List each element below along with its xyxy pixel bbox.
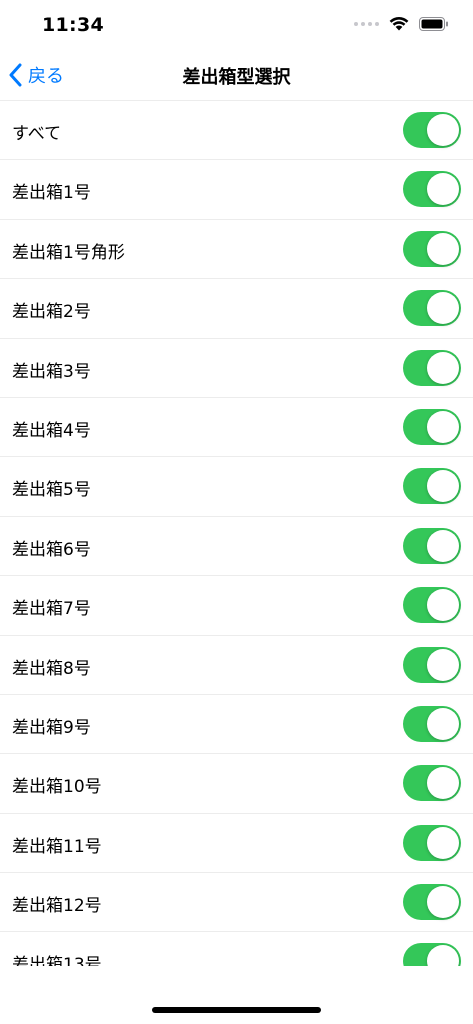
toggle-knob <box>427 707 459 740</box>
toggle-switch[interactable] <box>403 349 461 386</box>
list-item: 差出箱11号 <box>0 814 473 874</box>
toggle-switch[interactable] <box>403 587 461 624</box>
list-item: すべて <box>0 101 473 161</box>
list-item: 差出箱3号 <box>0 339 473 398</box>
list-item: 差出箱1号角形 <box>0 220 473 280</box>
toggle-knob <box>427 410 459 443</box>
toggle-switch[interactable] <box>403 112 461 148</box>
bottom-safe-area <box>0 966 473 1024</box>
list-item-label: 差出箱4号 <box>12 420 91 441</box>
toggle-switch[interactable] <box>403 468 461 505</box>
list-item-label: 差出箱8号 <box>12 658 91 679</box>
list-item-label: 差出箱1号 <box>12 183 91 204</box>
list-item-label: 差出箱12号 <box>12 896 102 917</box>
list-item: 差出箱9号 <box>0 695 473 755</box>
list-item-label: 差出箱13号 <box>12 955 102 966</box>
toggle-knob <box>427 648 459 681</box>
toggle-knob <box>427 945 459 966</box>
list-item: 差出箱5号 <box>0 457 473 517</box>
list-item-label: 差出箱5号 <box>12 480 91 501</box>
toggle-switch[interactable] <box>403 824 461 861</box>
list-item: 差出箱1号 <box>0 160 473 220</box>
list-item: 差出箱6号 <box>0 517 473 577</box>
toggle-knob <box>427 232 459 265</box>
list-item-label: 差出箱3号 <box>12 361 91 382</box>
list-item: 差出箱7号 <box>0 576 473 636</box>
list-item-label: 差出箱11号 <box>12 836 102 857</box>
list-item-label: 差出箱10号 <box>12 777 102 798</box>
toggle-switch[interactable] <box>403 527 461 564</box>
list-item: 差出箱2号 <box>0 279 473 339</box>
page-title: 差出箱型選択 <box>182 67 291 88</box>
toggle-knob <box>427 767 459 800</box>
toggle-switch[interactable] <box>403 230 461 267</box>
toggle-switch[interactable] <box>403 705 461 742</box>
list-item-label: 差出箱7号 <box>12 599 91 620</box>
battery-icon <box>419 16 448 31</box>
toggle-switch[interactable] <box>403 290 461 327</box>
list-item-label: 差出箱6号 <box>12 539 91 560</box>
toggle-knob <box>427 826 459 859</box>
toggle-knob <box>427 114 459 146</box>
list-item: 差出箱12号 <box>0 873 473 933</box>
list-item-label: すべて <box>12 124 62 144</box>
signal-dots-icon <box>354 21 379 26</box>
toggle-knob <box>427 886 459 919</box>
list-item: 差出箱13号 <box>0 932 473 966</box>
status-time: 11:34 <box>42 14 104 36</box>
toggle-switch[interactable] <box>403 646 461 683</box>
status-icons <box>354 16 449 31</box>
toggle-switch[interactable] <box>403 884 461 921</box>
toggle-switch[interactable] <box>403 171 461 208</box>
toggle-knob <box>427 173 459 206</box>
toggle-switch[interactable] <box>403 765 461 802</box>
toggle-knob <box>427 589 459 622</box>
toggle-knob <box>427 470 459 503</box>
toggle-switch[interactable] <box>403 943 461 966</box>
toggle-knob <box>427 351 459 384</box>
list-item-label: 差出箱9号 <box>12 717 91 738</box>
home-indicator <box>152 1007 321 1013</box>
list-item: 差出箱8号 <box>0 636 473 695</box>
toggle-knob <box>427 292 459 325</box>
list-item: 差出箱10号 <box>0 754 473 814</box>
list-item: 差出箱4号 <box>0 398 473 458</box>
list-item-label: 差出箱2号 <box>12 302 91 323</box>
status-bar: 11:34 <box>0 0 473 50</box>
navigation-bar: 戻る 差出箱型選択 <box>0 50 473 100</box>
list-item-label: 差出箱1号角形 <box>12 242 125 263</box>
mailbox-type-list: すべて差出箱1号差出箱1号角形 差出箱2号差出箱3号差出箱4号差出箱5号差出箱6号… <box>0 100 473 966</box>
toggle-switch[interactable] <box>403 408 461 445</box>
toggle-knob <box>427 529 459 562</box>
wifi-icon <box>389 17 409 31</box>
